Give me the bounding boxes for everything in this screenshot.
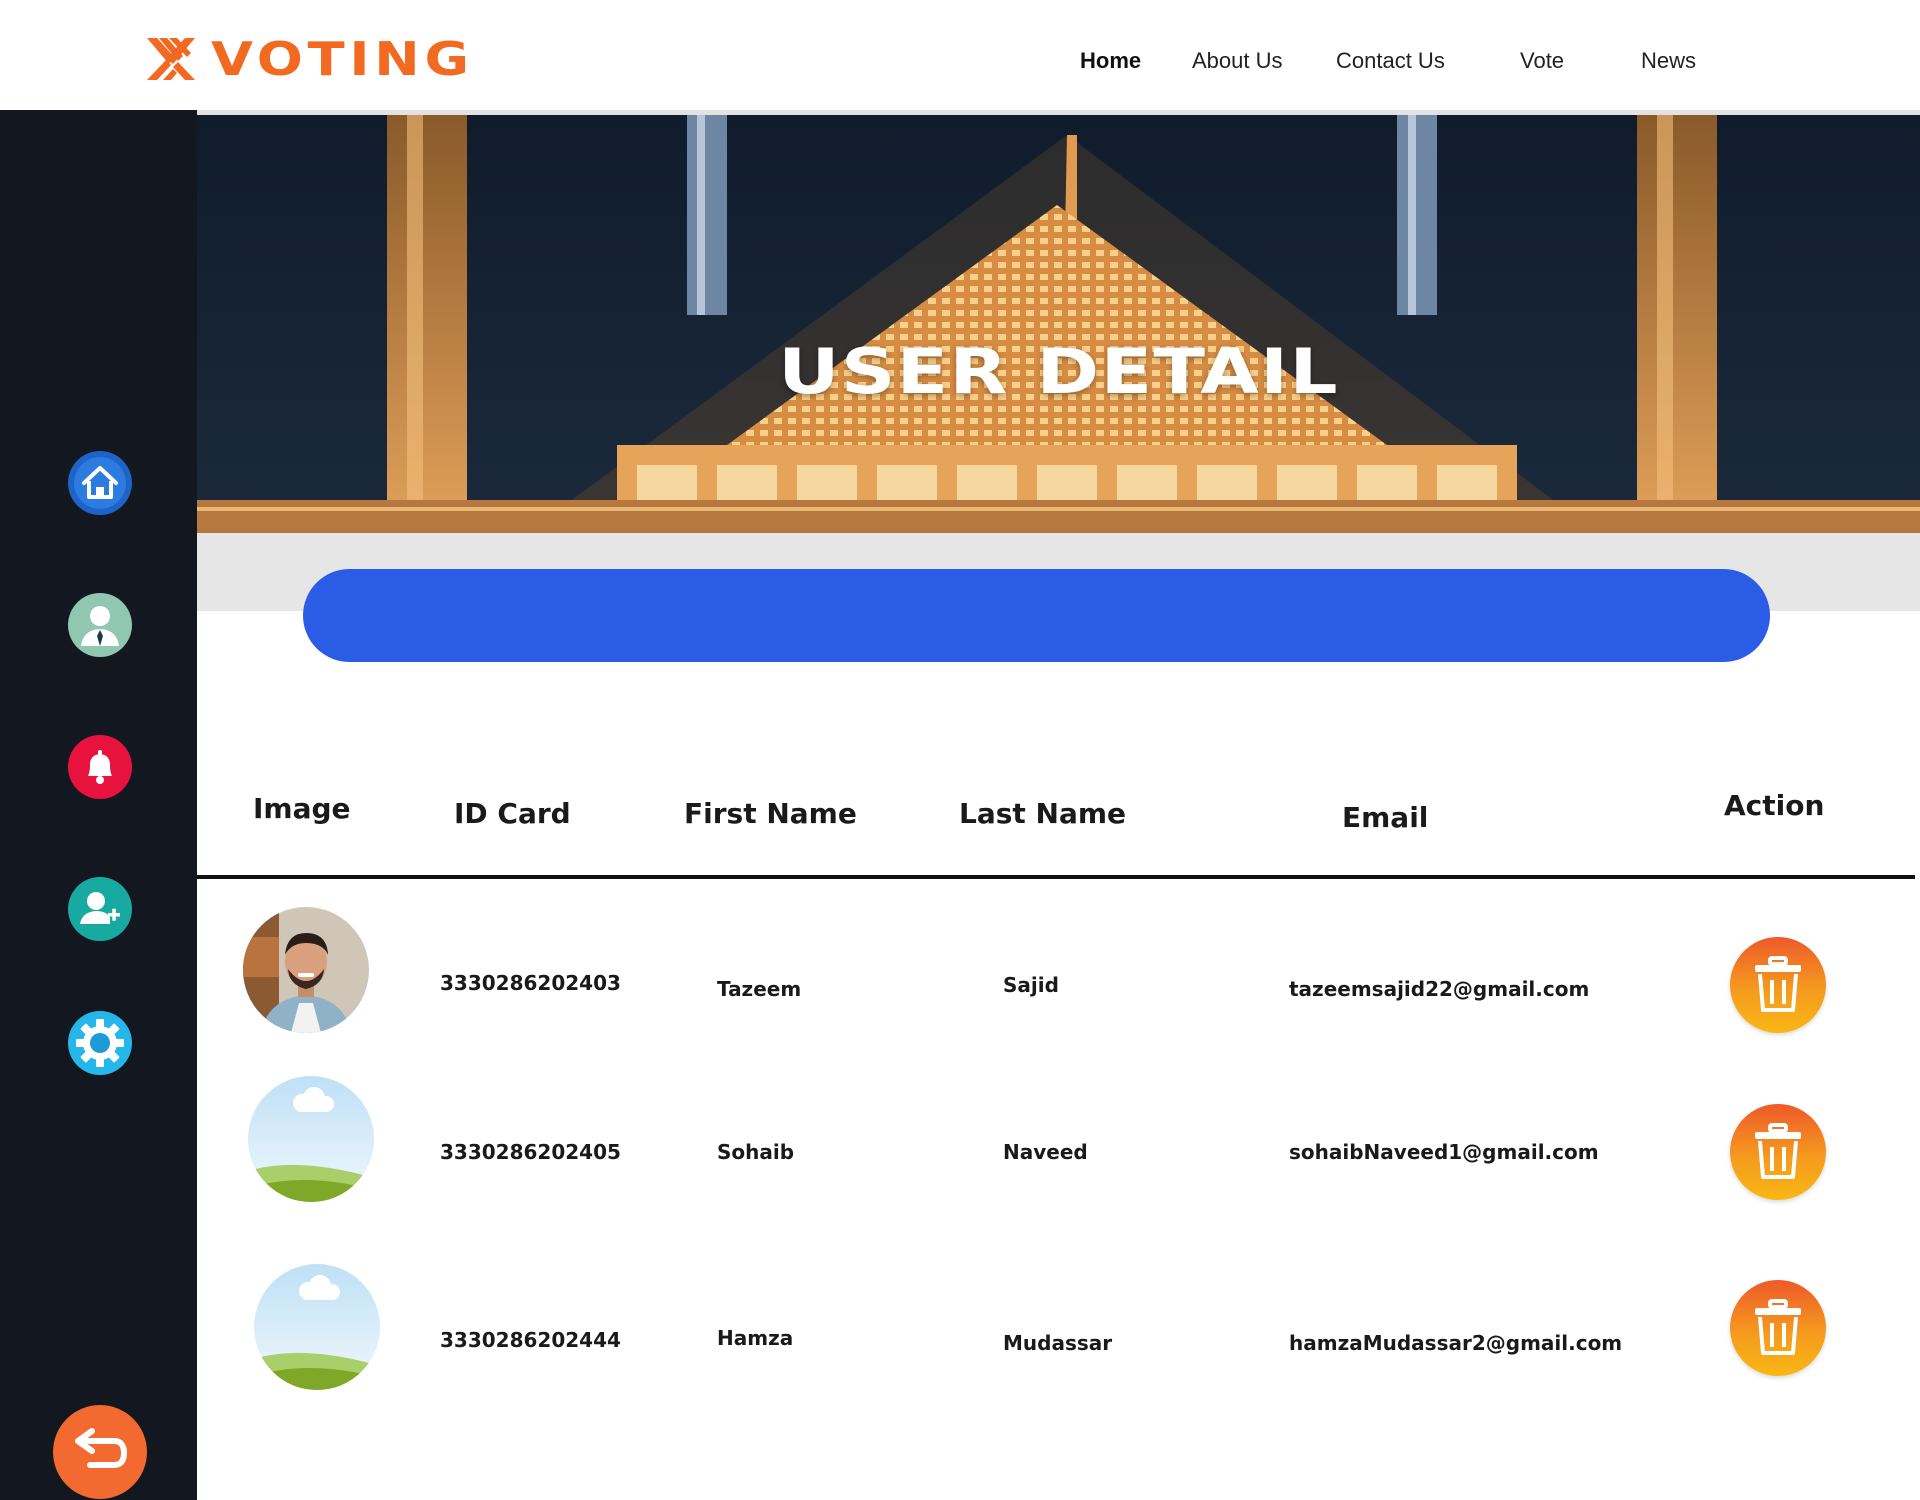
cell-id-card: 3330286202403 <box>440 971 621 995</box>
add-user-icon <box>68 877 132 941</box>
cell-id-card: 3330286202405 <box>440 1140 621 1164</box>
column-header-id-card: ID Card <box>454 797 571 830</box>
trash-icon <box>1755 1299 1801 1355</box>
table-header-divider <box>197 875 1915 879</box>
sidebar-profile-button[interactable] <box>67 592 133 658</box>
nav-home[interactable]: Home <box>1080 48 1141 74</box>
hero-banner: USER DETAIL <box>197 110 1920 533</box>
brand-logo[interactable]: VOTING <box>145 32 469 86</box>
column-header-action: Action <box>1724 789 1825 822</box>
nav-about-us[interactable]: About Us <box>1192 48 1283 74</box>
voting-logo-icon <box>147 38 195 80</box>
cell-email: tazeemsajid22@gmail.com <box>1289 977 1590 1001</box>
trash-icon <box>1755 956 1801 1012</box>
delete-button[interactable] <box>1730 1104 1826 1200</box>
back-button[interactable] <box>53 1405 147 1499</box>
person-photo-icon <box>243 907 369 1033</box>
trash-icon <box>1755 1123 1801 1179</box>
delete-button[interactable] <box>1730 1280 1826 1376</box>
placeholder-landscape-icon <box>254 1264 380 1390</box>
cell-email: sohaibNaveed1@gmail.com <box>1289 1140 1599 1164</box>
user-avatar <box>243 907 369 1033</box>
delete-button[interactable] <box>1730 937 1826 1033</box>
nav-news[interactable]: News <box>1641 48 1696 74</box>
cell-first-name: Sohaib <box>717 1140 795 1164</box>
column-header-last-name: Last Name <box>959 797 1127 830</box>
back-arrow-icon <box>75 1428 128 1468</box>
sidebar-notifications-button[interactable] <box>67 734 133 800</box>
settings-gear-icon <box>68 1011 132 1075</box>
cell-first-name: Tazeem <box>717 977 802 1001</box>
placeholder-landscape-icon <box>248 1076 374 1202</box>
user-avatar <box>254 1264 380 1390</box>
nav-vote[interactable]: Vote <box>1520 48 1564 74</box>
cell-first-name: Hamza <box>717 1326 794 1350</box>
cell-last-name: Sajid <box>1003 973 1059 997</box>
cell-last-name: Mudassar <box>1003 1331 1113 1355</box>
sidebar-add-user-button[interactable] <box>67 876 133 942</box>
nav-contact-us[interactable]: Contact Us <box>1336 48 1445 74</box>
column-header-first-name: First Name <box>684 797 857 830</box>
column-header-image: Image <box>253 792 351 825</box>
cell-id-card: 3330286202444 <box>440 1328 621 1352</box>
notification-bell-icon <box>68 735 132 799</box>
mosque-banner-image <box>197 115 1920 533</box>
cell-email: hamzaMudassar2@gmail.com <box>1289 1331 1623 1355</box>
top-header: VOTING Home About Us Contact Us Vote New… <box>0 0 1920 110</box>
user-avatar <box>248 1076 374 1202</box>
page-title: USER DETAIL <box>778 335 1339 408</box>
sidebar <box>0 110 197 1500</box>
sidebar-settings-button[interactable] <box>67 1010 133 1076</box>
column-header-email: Email <box>1342 801 1429 834</box>
sidebar-home-button[interactable] <box>67 450 133 516</box>
cell-last-name: Naveed <box>1003 1140 1088 1164</box>
user-profile-icon <box>68 593 132 657</box>
search-bar[interactable] <box>303 569 1770 662</box>
home-icon <box>68 451 132 515</box>
brand-name: VOTING <box>211 32 474 86</box>
